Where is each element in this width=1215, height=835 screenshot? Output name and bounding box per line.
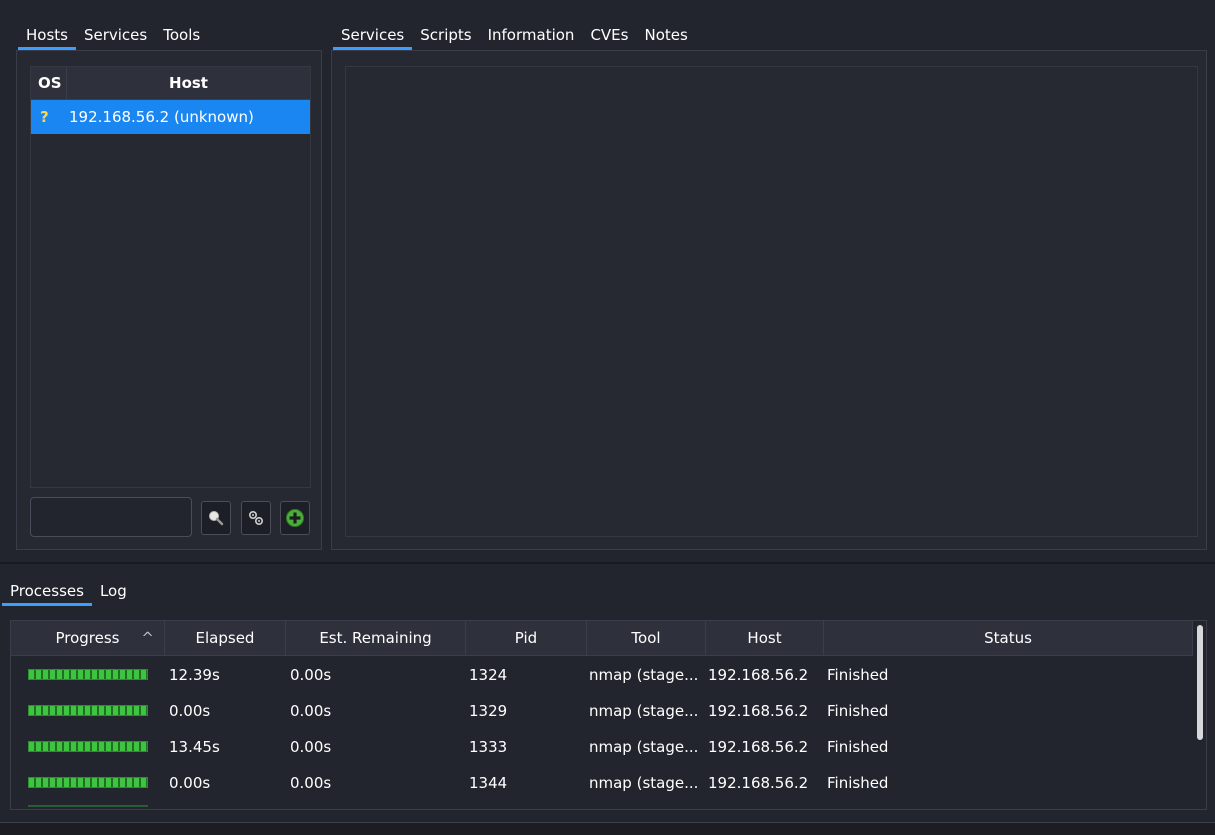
column-header-os[interactable]: OS [38, 67, 62, 99]
remaining-cell: 0.00s [290, 738, 332, 756]
table-row[interactable]: 0.00s 0.00s 1344 nmap (stage... 192.168.… [11, 765, 1193, 801]
host-cell: 192.168.56.2 [708, 702, 809, 720]
hosts-table-header: OS Host [31, 67, 310, 100]
elapsed-cell: 13.45s [169, 738, 220, 756]
host-cell: 192.168.56.2 [708, 774, 809, 792]
status-cell: Finished [827, 666, 889, 684]
services-detail-panel [331, 50, 1207, 550]
processes-table: Progress ^ Elapsed Est. Remaining Pid To… [10, 620, 1207, 810]
progress-bar [28, 777, 148, 788]
tab-information[interactable]: Information [480, 20, 583, 50]
add-host-button[interactable] [280, 501, 310, 535]
services-detail-view [345, 66, 1198, 537]
elapsed-cell: 0.00s [169, 702, 211, 720]
add-icon [286, 509, 304, 527]
status-cell: Finished [827, 738, 889, 756]
tool-cell: nmap (stage... [589, 738, 699, 756]
pid-cell: 1344 [469, 774, 508, 792]
tab-services[interactable]: Services [76, 20, 155, 50]
column-header-host[interactable]: Host [66, 67, 310, 99]
search-button[interactable] [201, 501, 231, 535]
column-header-host[interactable]: Host [706, 621, 824, 655]
pid-cell: 1324 [469, 666, 508, 684]
tool-cell: nmap (stage... [589, 774, 699, 792]
unknown-os-icon: ? [40, 108, 49, 126]
remaining-cell: 0.00s [290, 666, 332, 684]
tab-cves[interactable]: CVEs [582, 20, 636, 50]
elapsed-cell: 12.39s [169, 666, 220, 684]
hosts-table: OS Host ? 192.168.56.2 (unknown) [30, 66, 311, 488]
status-bar [0, 822, 1215, 835]
remaining-cell: 0.00s [290, 702, 332, 720]
progress-bar [28, 705, 148, 716]
tab-services-detail[interactable]: Services [333, 20, 413, 50]
sort-ascending-icon: ^ [141, 629, 154, 647]
progress-bar-partial [28, 805, 148, 807]
host-cell: 192.168.56.2 [708, 666, 809, 684]
table-row[interactable]: 13.45s 0.00s 1333 nmap (stage... 192.168… [11, 729, 1193, 765]
status-cell: Finished [827, 702, 889, 720]
elapsed-cell: 0.00s [169, 774, 211, 792]
host-name: 192.168.56.2 (unknown) [69, 108, 254, 126]
column-header-elapsed[interactable]: Elapsed [165, 621, 286, 655]
tool-cell: nmap (stage... [589, 702, 699, 720]
hosts-panel: OS Host ? 192.168.56.2 (unknown) [16, 50, 322, 550]
vertical-scrollbar[interactable] [1197, 625, 1203, 740]
bottom-tab-bar: Processes Log [2, 576, 135, 612]
tab-tools[interactable]: Tools [155, 20, 208, 50]
tab-notes[interactable]: Notes [636, 20, 695, 50]
column-header-tool[interactable]: Tool [587, 621, 706, 655]
host-row[interactable]: ? 192.168.56.2 (unknown) [31, 100, 310, 134]
column-header-progress[interactable]: Progress ^ [11, 621, 165, 655]
splitter[interactable] [0, 562, 1215, 564]
status-cell: Finished [827, 774, 889, 792]
search-icon [209, 511, 224, 526]
progress-bar [28, 669, 148, 680]
table-row-partial[interactable] [11, 801, 1193, 809]
host-filter-input[interactable] [30, 497, 192, 537]
column-header-progress-label: Progress [55, 629, 120, 647]
tool-cell: nmap (stage... [589, 666, 699, 684]
pid-cell: 1329 [469, 702, 508, 720]
table-row[interactable]: 0.00s 0.00s 1329 nmap (stage... 192.168.… [11, 693, 1193, 729]
table-row[interactable]: 12.39s 0.00s 1324 nmap (stage... 192.168… [11, 657, 1193, 693]
settings-button[interactable] [241, 501, 271, 535]
settings-icon [248, 510, 264, 526]
column-header-pid[interactable]: Pid [466, 621, 587, 655]
remaining-cell: 0.00s [290, 774, 332, 792]
pid-cell: 1333 [469, 738, 508, 756]
progress-bar [28, 741, 148, 752]
tab-scripts[interactable]: Scripts [412, 20, 479, 50]
tab-hosts[interactable]: Hosts [18, 20, 76, 50]
tab-log[interactable]: Log [92, 576, 135, 606]
host-cell: 192.168.56.2 [708, 738, 809, 756]
column-header-status[interactable]: Status [824, 621, 1193, 655]
tab-processes[interactable]: Processes [2, 576, 92, 606]
column-header-est-remaining[interactable]: Est. Remaining [286, 621, 466, 655]
processes-table-header: Progress ^ Elapsed Est. Remaining Pid To… [11, 621, 1193, 656]
